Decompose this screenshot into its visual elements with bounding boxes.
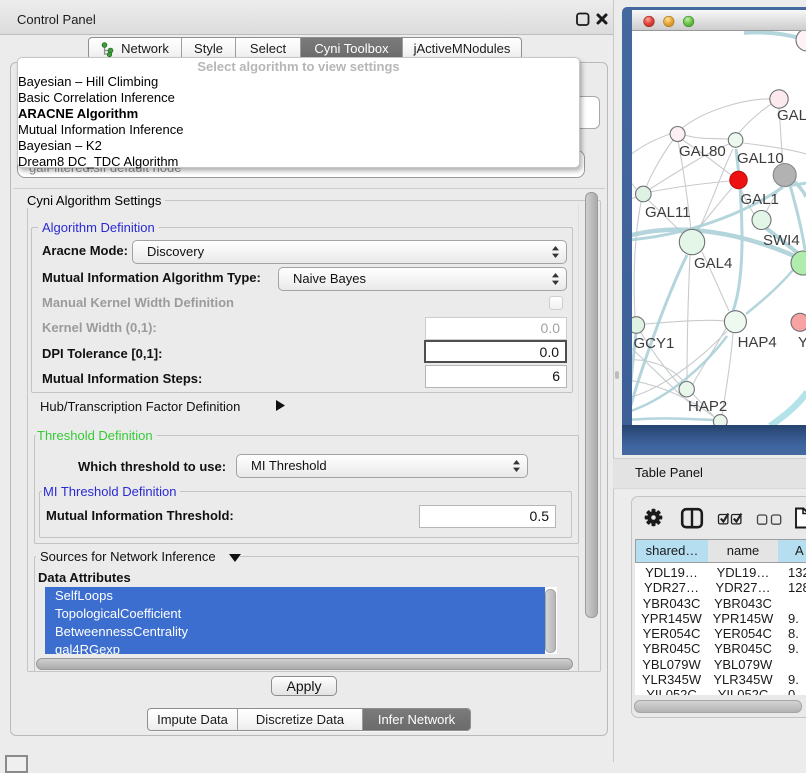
svg-text:GAL7: GAL7 [777,107,806,124]
svg-text:GAL80: GAL80 [679,143,726,160]
svg-text:GAL10: GAL10 [737,150,784,167]
svg-text:SWI4: SWI4 [763,232,800,249]
svg-text:HAP2: HAP2 [688,398,727,415]
svg-text:GCY1: GCY1 [634,335,675,352]
svg-text:GAL11: GAL11 [645,204,691,221]
svg-text:Y: Y [798,334,806,351]
svg-text:GAL4: GAL4 [694,255,732,272]
svg-text:HAP4: HAP4 [738,334,777,351]
svg-text:GAL1: GAL1 [741,191,779,208]
